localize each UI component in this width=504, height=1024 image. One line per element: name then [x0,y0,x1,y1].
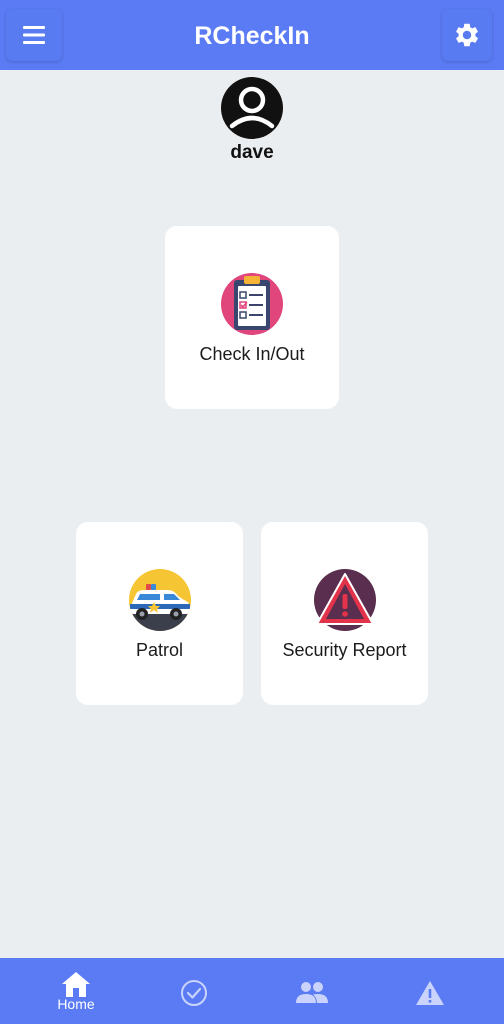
username: dave [230,142,274,163]
gear-icon [456,23,478,47]
clipboard-checklist-icon [221,273,283,335]
people-icon [296,982,328,1003]
nav-item-check[interactable] [156,958,232,1024]
nav-item-home[interactable]: Home [38,958,114,1024]
user-avatar-icon[interactable] [220,76,284,140]
security-report-label: Security Report [282,640,407,660]
nav-home-label: Home [57,996,95,1012]
profile-section: dave [0,76,504,164]
bottom-navigation: Home [0,958,504,1024]
warning-triangle-icon [313,569,376,631]
alert-triangle-icon [416,981,444,1005]
check-in-out-label: Check In/Out [199,344,305,364]
check-in-out-card[interactable]: Check In/Out [165,226,339,409]
police-car-icon [128,569,191,631]
home-icon [62,972,90,997]
security-report-card[interactable]: Security Report [261,522,428,705]
app-bar: RCheckIn [0,0,504,70]
nav-item-alerts[interactable] [392,958,468,1024]
check-circle-icon [181,980,207,1006]
patrol-card[interactable]: Patrol [76,522,243,705]
menu-button[interactable] [6,9,62,61]
hamburger-menu-icon [23,26,45,44]
app-title: RCheckIn [194,22,310,50]
patrol-label: Patrol [135,640,184,660]
settings-button[interactable] [442,9,492,61]
nav-item-people[interactable] [274,958,350,1024]
